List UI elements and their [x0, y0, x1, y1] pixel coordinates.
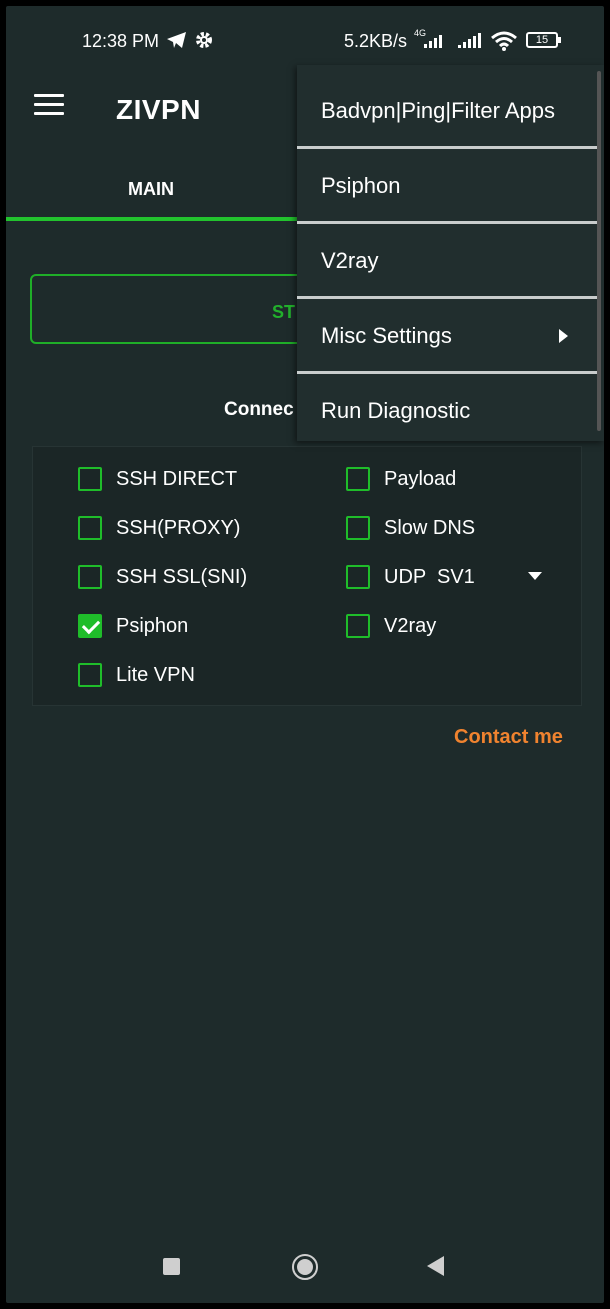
- start-button-label: ST: [272, 302, 296, 322]
- checkbox-icon[interactable]: [78, 663, 102, 687]
- status-time: 12:38 PM: [82, 31, 160, 51]
- checkbox-icon[interactable]: [346, 565, 370, 589]
- option-label: Payload: [384, 467, 457, 490]
- option-lite-vpn[interactable]: Lite VPN: [78, 660, 195, 690]
- connection-label: Connec: [224, 399, 294, 420]
- option-ssh-direct[interactable]: SSH DIRECT: [78, 464, 237, 494]
- option-label: SSH SSL(SNI): [116, 565, 248, 588]
- option-label: SSH DIRECT: [116, 467, 238, 490]
- option-psiphon[interactable]: Psiphon: [78, 611, 188, 641]
- checkbox-icon[interactable]: [346, 467, 370, 491]
- checkbox-icon[interactable]: [78, 565, 102, 589]
- option-ssh-proxy[interactable]: SSH(PROXY): [78, 513, 240, 543]
- overflow-menu: Badvpn|Ping|Filter Apps Psiphon V2ray Mi…: [297, 65, 604, 441]
- status-speed: 5.2KB/s: [344, 31, 408, 51]
- battery-tip: [558, 37, 561, 43]
- option-slow-dns[interactable]: Slow DNS: [346, 513, 475, 543]
- option-label: UDP SV1: [384, 565, 475, 588]
- menu-item-label: Badvpn|Ping|Filter Apps: [321, 98, 556, 123]
- battery-icon: 15: [526, 32, 558, 48]
- menu-item-label: Misc Settings: [321, 323, 452, 348]
- hamburger-menu-icon[interactable]: [34, 94, 64, 120]
- phone-screen: 12:38 PM 5.2KB/s 4G 15 ZIVPN MAIN ST Con…: [6, 6, 604, 1303]
- nav-recents-icon[interactable]: [163, 1258, 180, 1275]
- checkbox-checked-icon[interactable]: [78, 614, 102, 638]
- menu-item-badvpn[interactable]: Badvpn|Ping|Filter Apps: [297, 75, 594, 147]
- menu-item-misc-settings[interactable]: Misc Settings: [297, 300, 594, 372]
- option-ssh-ssl-sni[interactable]: SSH SSL(SNI): [78, 562, 247, 592]
- checkbox-icon[interactable]: [78, 516, 102, 540]
- dropdown-arrow-icon[interactable]: [528, 572, 542, 580]
- checkbox-icon[interactable]: [346, 516, 370, 540]
- option-label: SSH(PROXY): [116, 516, 241, 539]
- menu-scrollbar[interactable]: [597, 71, 601, 431]
- menu-item-label: V2ray: [321, 248, 379, 273]
- menu-divider: [297, 296, 597, 299]
- submenu-arrow-icon: [559, 329, 568, 343]
- tab-indicator: [6, 217, 306, 221]
- option-label: Lite VPN: [116, 663, 195, 686]
- menu-item-v2ray[interactable]: V2ray: [297, 225, 594, 297]
- checkbox-icon[interactable]: [78, 467, 102, 491]
- option-label: Psiphon: [116, 614, 189, 637]
- option-label: Slow DNS: [384, 516, 476, 539]
- menu-item-label: Psiphon: [321, 173, 401, 198]
- option-payload[interactable]: Payload: [346, 464, 456, 494]
- wifi-icon: [491, 31, 517, 51]
- option-v2ray[interactable]: V2ray: [346, 611, 436, 641]
- telegram-icon: [167, 32, 186, 48]
- option-label: V2ray: [384, 614, 437, 637]
- nav-home-icon[interactable]: [292, 1254, 318, 1280]
- gear-icon: [196, 32, 212, 48]
- menu-divider: [297, 371, 597, 374]
- menu-divider: [297, 146, 597, 149]
- nav-back-icon[interactable]: [427, 1256, 444, 1276]
- option-udp-sv1[interactable]: UDP SV1: [346, 562, 475, 592]
- menu-item-psiphon[interactable]: Psiphon: [297, 150, 594, 222]
- menu-item-run-diagnostic[interactable]: Run Diagnostic: [297, 375, 594, 447]
- menu-item-label: Run Diagnostic: [321, 398, 471, 423]
- checkbox-icon[interactable]: [346, 614, 370, 638]
- signal-icon: [424, 35, 442, 48]
- app-title: ZIVPN: [116, 94, 201, 125]
- tab-main[interactable]: MAIN: [128, 179, 174, 200]
- menu-divider: [297, 221, 597, 224]
- signal-icon: [458, 33, 481, 48]
- contact-me-link[interactable]: Contact me: [454, 726, 563, 749]
